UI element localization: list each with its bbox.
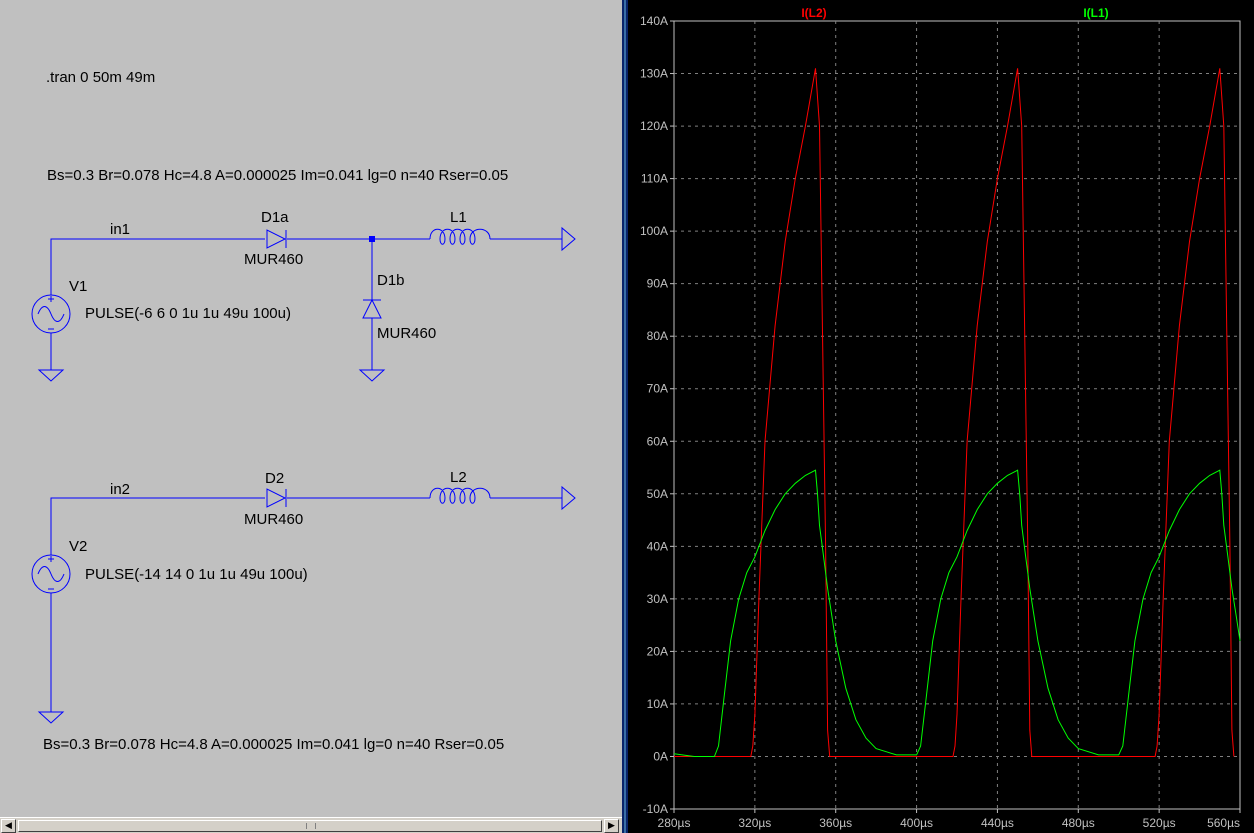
flag-out1[interactable] (561, 226, 576, 252)
scroll-thumb[interactable] (18, 820, 602, 832)
ground-symbols-c1[interactable] (37, 369, 386, 382)
schematic-canvas[interactable]: .tran 0 50m 49m Bs=0.3 Br=0.078 Hc=4.8 A… (0, 0, 622, 817)
source-value-v1[interactable]: PULSE(-6 6 0 1u 1u 49u 100u) (85, 305, 291, 322)
waveform-pane[interactable]: -10A 0A 10A 20A 30A 40A 50A 60A 70A 80A 90A 100A 110… (628, 0, 1254, 833)
y-tick-label: 10A (647, 697, 668, 711)
inductor-l1[interactable] (429, 228, 491, 245)
diode-name-d1a[interactable]: D1a (261, 209, 289, 226)
traces[interactable] (673, 68, 1241, 757)
voltage-source-v2[interactable] (31, 554, 71, 594)
diode-model-d1a[interactable]: MUR460 (244, 251, 303, 268)
grid-lines (674, 21, 1240, 809)
y-tick-label: 30A (647, 592, 668, 606)
diode-d1b[interactable] (362, 298, 382, 319)
legend-entry[interactable]: I(L2) (801, 6, 826, 20)
y-axis-ticks: -10A 0A 10A 20A 30A 40A 50A 60A 70A 80A 90A 100A 110… (640, 14, 674, 816)
scroll-grip-icon (306, 823, 316, 829)
diode-model-d2[interactable]: MUR460 (244, 511, 303, 528)
x-tick-label: 280µs (658, 816, 691, 830)
y-tick-label: 130A (640, 67, 668, 81)
net-label-in1[interactable]: in1 (110, 221, 130, 238)
core-params-bottom[interactable]: Bs=0.3 Br=0.078 Hc=4.8 A=0.000025 Im=0.0… (43, 736, 504, 753)
x-tick-label: 560µs (1207, 816, 1240, 830)
trace-i-l2-[interactable] (674, 68, 1235, 757)
inductor-l2[interactable] (429, 487, 491, 504)
ground-symbol-c2[interactable] (37, 711, 65, 724)
scroll-left-button[interactable]: ◀ (1, 819, 16, 833)
plot-frame (673, 20, 1241, 810)
source-value-v2[interactable]: PULSE(-14 14 0 1u 1u 49u 100u) (85, 566, 308, 583)
diode-d2[interactable] (266, 488, 287, 508)
y-tick-label: 40A (647, 539, 668, 553)
diode-model-d1b[interactable]: MUR460 (377, 325, 436, 342)
y-tick-label: 70A (647, 382, 668, 396)
core-params-top[interactable]: Bs=0.3 Br=0.078 Hc=4.8 A=0.000025 Im=0.0… (47, 167, 508, 184)
x-tick-label: 520µs (1143, 816, 1176, 830)
diode-name-d1b[interactable]: D1b (377, 272, 405, 289)
waveform-plot[interactable]: -10A 0A 10A 20A 30A 40A 50A 60A 70A 80A 90A 100A 110… (628, 0, 1254, 833)
x-axis-ticks: 280µs 320µs 360µs 400µs 440µs 480µs 520µs 560µs (658, 809, 1241, 830)
source-name-v1[interactable]: V1 (69, 278, 87, 295)
y-tick-label: 60A (647, 434, 668, 448)
y-tick-label: 140A (640, 14, 668, 28)
voltage-source-v1[interactable] (31, 294, 71, 334)
y-tick-label: 80A (647, 329, 668, 343)
schematic-pane[interactable]: .tran 0 50m 49m Bs=0.3 Br=0.078 Hc=4.8 A… (0, 0, 622, 817)
junction-dot (369, 236, 375, 242)
scroll-right-button[interactable]: ▶ (604, 819, 619, 833)
diode-name-d2[interactable]: D2 (265, 470, 284, 487)
y-tick-label: 20A (647, 644, 668, 658)
legend-entry[interactable]: I(L1) (1083, 6, 1108, 20)
y-tick-label: 0A (653, 749, 668, 763)
diode-d1a[interactable] (266, 229, 287, 249)
pane-splitter-highlight (624, 0, 626, 833)
y-tick-label: 50A (647, 487, 668, 501)
spice-directive[interactable]: .tran 0 50m 49m (46, 69, 155, 86)
circuit2-wires[interactable] (50, 497, 562, 712)
y-tick-label: 100A (640, 224, 668, 238)
x-tick-label: 400µs (900, 816, 933, 830)
inductor-name-l2[interactable]: L2 (450, 469, 467, 486)
legend[interactable]: I(L2) I(L1) (801, 6, 1108, 20)
y-tick-label: 110A (641, 172, 668, 186)
y-tick-label: 90A (647, 277, 668, 291)
x-tick-label: 360µs (819, 816, 852, 830)
y-tick-label: 120A (640, 119, 668, 133)
x-tick-label: 480µs (1062, 816, 1095, 830)
inductor-name-l1[interactable]: L1 (450, 209, 467, 226)
flag-out2[interactable] (561, 485, 576, 511)
source-name-v2[interactable]: V2 (69, 538, 87, 555)
y-tick-label: -10A (643, 802, 668, 816)
net-label-in2[interactable]: in2 (110, 481, 130, 498)
x-tick-label: 440µs (981, 816, 1014, 830)
x-tick-label: 320µs (738, 816, 771, 830)
horizontal-scrollbar[interactable]: ◀ ▶ (0, 817, 622, 833)
